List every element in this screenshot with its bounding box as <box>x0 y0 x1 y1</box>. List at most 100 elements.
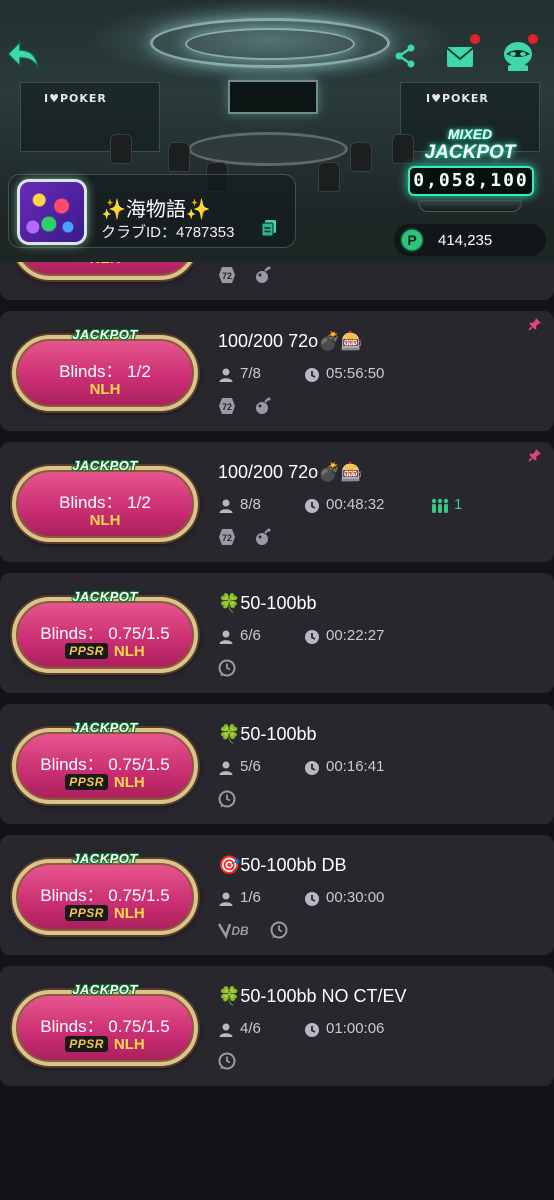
waiting-count: 1 <box>454 496 463 513</box>
copy-icon[interactable] <box>261 219 277 237</box>
table-row[interactable]: JACKPOT Blinds： 0.75/1.5 PPSR NLH 🍀50-100… <box>0 573 554 693</box>
mixed-jackpot-sign[interactable]: MIXED JACKPOT 0,058,100 <box>404 124 536 218</box>
club-avatar[interactable] <box>17 179 87 245</box>
svg-text:72: 72 <box>222 533 232 543</box>
chair <box>110 134 132 164</box>
72-tag-icon: 72 <box>218 528 236 551</box>
game-type: PPSR NLH <box>12 643 198 660</box>
npc-profile-icon[interactable] <box>500 40 536 72</box>
ppsr-badge: PPSR <box>65 643 108 659</box>
game-label: NLH <box>89 512 121 529</box>
jackpot-title: JACKPOT <box>424 142 516 163</box>
jackpot-mixed-label: MIXED <box>447 126 493 142</box>
blinds-pill: JACKPOT Blinds： 0.75/1.5 PPSR NLH <box>12 982 198 1068</box>
club-id-label: クラブID： <box>101 224 177 241</box>
player-icon <box>219 892 233 906</box>
mail-notification-dot <box>470 34 480 44</box>
clock-rule-icon <box>218 659 236 682</box>
table-row[interactable]: JACKPOT Blinds： 1/2 NLH 8/8 00:00:00 <box>0 262 554 300</box>
blinds-pill: JACKPOT Blinds： 0.75/1.5 PPSR NLH <box>12 589 198 675</box>
72-tag-icon: 72 <box>218 397 236 420</box>
timer-value: 05:56:50 <box>326 365 385 382</box>
game-label: NLH <box>89 381 121 398</box>
blinds-label: Blinds： 1/2 <box>59 362 151 381</box>
players-count: 4/6 <box>240 1020 261 1037</box>
share-icon[interactable] <box>394 44 416 68</box>
table-title: 🍀50-100bb NO CT/EV <box>218 986 407 1006</box>
svg-text:P: P <box>407 232 416 248</box>
blinds-pill: JACKPOT Blinds： 0.75/1.5 PPSR NLH <box>12 851 198 937</box>
table-row[interactable]: JACKPOT Blinds： 0.75/1.5 PPSR NLH 🍀50-100… <box>0 966 554 1086</box>
club-header: I♥POKER I♥POKER ✨海物語✨ クラブID：4787353 MIXE… <box>0 0 554 262</box>
points-icon: P <box>400 228 424 252</box>
jackpot-badge: JACKPOT <box>72 720 138 735</box>
timer-value: 01:00:06 <box>326 1020 385 1037</box>
clock-icon <box>305 630 319 644</box>
players-count: 6/6 <box>240 627 261 644</box>
club-name: ✨海物語✨ <box>101 199 211 221</box>
blinds-label: Blinds： 0.75/1.5 <box>40 624 170 643</box>
table-title: 100/200 72o💣🎰 <box>218 331 363 351</box>
table-row[interactable]: JACKPOT Blinds： 1/2 NLH 100/200 72o💣🎰 7/… <box>0 311 554 431</box>
blinds-label: Blinds： 1/2 <box>59 493 151 512</box>
chair <box>350 142 372 172</box>
svg-text:72: 72 <box>222 271 232 281</box>
club-id: クラブID：4787353 <box>101 221 234 242</box>
club-id-value: 4787353 <box>176 224 235 241</box>
game-type: PPSR NLH <box>12 1036 198 1053</box>
points-balance[interactable]: P 414,235 <box>394 224 546 256</box>
table-list[interactable]: JACKPOT Blinds： 1/2 NLH 8/8 00:00:00 <box>0 262 554 1200</box>
pin-icon[interactable] <box>528 448 542 462</box>
jackpot-badge: JACKPOT <box>72 851 138 866</box>
player-icon <box>219 368 233 382</box>
blinds-pill: JACKPOT Blinds： 0.75/1.5 PPSR NLH <box>12 720 198 806</box>
wall-sign-right: I♥POKER <box>426 92 489 105</box>
table-title: 🍀50-100bb <box>218 593 317 613</box>
game-label: NLH <box>113 1036 145 1053</box>
players-count: 1/6 <box>240 889 261 906</box>
game-label: NLH <box>113 905 145 922</box>
clock-rule-icon <box>270 921 288 944</box>
wall-sign-left: I♥POKER <box>44 92 107 105</box>
table-title: 🎯50-100bb DB <box>218 855 347 875</box>
points-value: 414,235 <box>438 232 493 249</box>
player-icon <box>219 630 233 644</box>
table-title: 🍀50-100bb <box>218 724 317 744</box>
club-info-card[interactable]: ✨海物語✨ クラブID：4787353 <box>8 174 296 248</box>
bomb-tag-icon <box>254 528 272 551</box>
clock-rule-icon <box>218 790 236 813</box>
waiting-players-icon <box>431 498 449 513</box>
timer-value: 00:30:00 <box>326 889 385 906</box>
db-tag-icon: DB <box>217 921 252 944</box>
game-label: NLH <box>90 262 121 267</box>
bomb-tag-icon <box>254 266 272 289</box>
game-label: NLH <box>113 774 145 791</box>
jackpot-badge: JACKPOT <box>72 458 138 473</box>
table-row[interactable]: JACKPOT Blinds： 0.75/1.5 PPSR NLH 🍀50-100… <box>0 704 554 824</box>
clock-icon <box>305 761 319 775</box>
blinds-label: Blinds： 0.75/1.5 <box>40 886 170 905</box>
jackpot-badge: JACKPOT <box>72 327 138 342</box>
chair <box>318 162 340 192</box>
svg-text:72: 72 <box>222 402 232 412</box>
player-icon <box>219 499 233 513</box>
back-arrow-icon[interactable] <box>6 40 40 70</box>
blinds-label: Blinds： 0.75/1.5 <box>40 755 170 774</box>
table-row[interactable]: JACKPOT Blinds： 0.75/1.5 PPSR NLH 🎯50-100… <box>0 835 554 955</box>
clock-icon <box>305 892 319 906</box>
player-icon <box>219 1023 233 1037</box>
ppsr-badge: PPSR <box>65 1036 108 1052</box>
pin-icon[interactable] <box>528 317 542 331</box>
player-icon <box>219 761 233 775</box>
jackpot-badge: JACKPOT <box>72 982 138 997</box>
chair <box>168 142 190 172</box>
room-poker-table <box>188 132 348 166</box>
mail-icon[interactable] <box>446 46 474 68</box>
clock-icon <box>305 368 319 382</box>
clock-rule-icon <box>218 1052 236 1075</box>
svg-text:DB: DB <box>231 924 249 938</box>
game-type: PPSR NLH <box>12 774 198 791</box>
clock-icon <box>305 1023 319 1037</box>
table-row[interactable]: JACKPOT Blinds： 1/2 NLH 100/200 72o💣🎰 8/… <box>0 442 554 562</box>
players-count: 5/6 <box>240 758 261 775</box>
